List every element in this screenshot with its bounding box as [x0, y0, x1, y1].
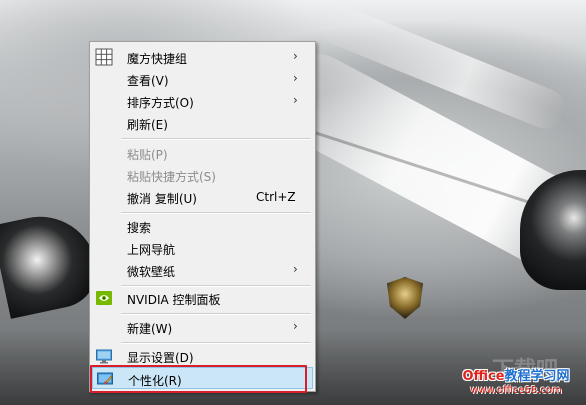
menu-item-personalize[interactable]: 个性化(R)	[92, 367, 313, 389]
site-watermark-b: 教程学习网	[504, 369, 570, 384]
menu-item-shortcut: Ctrl+Z	[256, 190, 296, 204]
menu-item-microsoft-wallpaper[interactable]: 微软壁纸 ›	[92, 259, 313, 281]
menu-separator	[121, 138, 311, 140]
nvidia-icon	[96, 291, 112, 305]
submenu-arrow-icon: ›	[293, 262, 298, 276]
menu-item-view[interactable]: 查看(V) ›	[92, 68, 313, 90]
menu-item-nvidia-control-panel[interactable]: NVIDIA 控制面板	[92, 287, 313, 309]
submenu-arrow-icon: ›	[293, 319, 298, 333]
submenu-arrow-icon: ›	[293, 49, 298, 63]
menu-separator	[121, 342, 311, 344]
menu-item-paste: 粘贴(P)	[92, 142, 313, 164]
menu-item-sort-by[interactable]: 排序方式(O) ›	[92, 90, 313, 112]
menu-separator	[121, 313, 311, 315]
car-emblem	[387, 277, 423, 319]
menu-item-label: 个性化(R)	[128, 374, 182, 388]
menu-item-label: 魔方快捷组	[127, 52, 188, 66]
menu-item-search[interactable]: 搜索	[92, 215, 313, 237]
menu-item-label: 刷新(E)	[127, 118, 168, 132]
site-watermark-url: www.office68.com	[470, 385, 562, 396]
submenu-arrow-icon: ›	[293, 71, 298, 85]
grid-icon	[95, 48, 113, 66]
menu-item-label: 显示设置(D)	[127, 351, 194, 365]
menu-item-label: 新建(W)	[127, 322, 173, 336]
site-watermark-a: Office	[462, 369, 505, 384]
personalize-icon	[97, 372, 113, 385]
menu-item-label: 查看(V)	[127, 74, 169, 88]
menu-item-undo-copy[interactable]: 撤消 复制(U) Ctrl+Z	[92, 186, 313, 208]
display-icon	[96, 349, 112, 364]
desktop-context-menu: 魔方快捷组 › 查看(V) › 排序方式(O) › 刷新(E) 粘贴(P) 粘贴…	[89, 41, 316, 392]
site-watermark: Office教程学习网 www.office68.com	[446, 368, 586, 405]
menu-item-new[interactable]: 新建(W) ›	[92, 316, 313, 338]
menu-separator	[121, 212, 311, 214]
menu-item-label: 粘贴(P)	[127, 148, 168, 162]
menu-item-label: 撤消 复制(U)	[127, 192, 197, 206]
menu-item-paste-shortcut: 粘贴快捷方式(S)	[92, 164, 313, 186]
menu-item-mofang-shortcut-group[interactable]: 魔方快捷组 ›	[92, 46, 313, 68]
menu-item-web-navigation[interactable]: 上网导航	[92, 237, 313, 259]
submenu-arrow-icon: ›	[293, 93, 298, 107]
menu-item-refresh[interactable]: 刷新(E)	[92, 112, 313, 134]
menu-item-label: 上网导航	[127, 243, 176, 257]
menu-item-display-settings[interactable]: 显示设置(D)	[92, 345, 313, 367]
menu-item-label: 粘贴快捷方式(S)	[127, 170, 216, 184]
menu-item-label: 搜索	[127, 221, 152, 235]
menu-item-label: NVIDIA 控制面板	[127, 293, 221, 307]
menu-item-label: 微软壁纸	[127, 265, 176, 279]
menu-item-label: 排序方式(O)	[127, 96, 194, 110]
